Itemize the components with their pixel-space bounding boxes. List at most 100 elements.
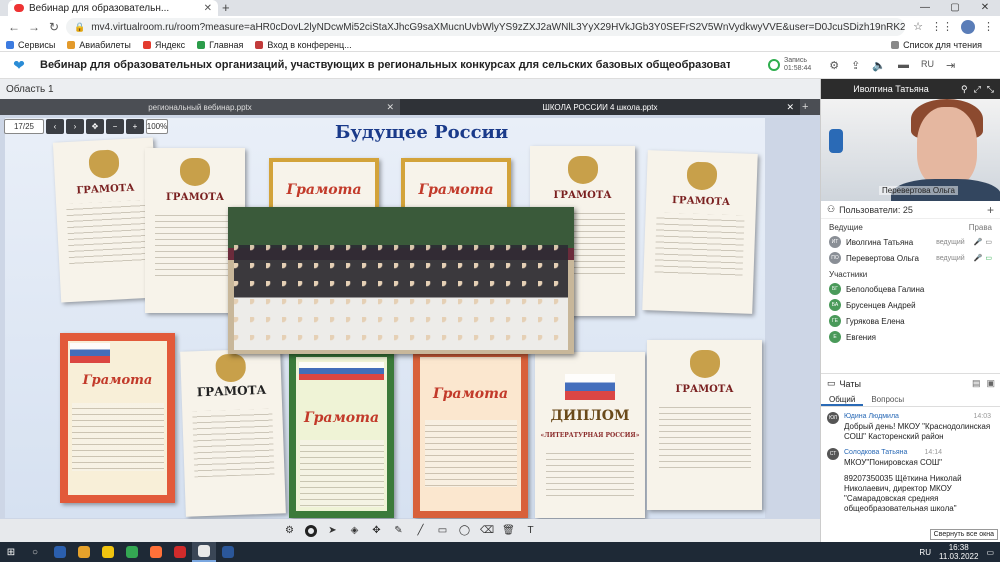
collapse-icon[interactable]: ⤡ (987, 84, 994, 95)
mic-icon[interactable]: 🎤 (974, 238, 983, 246)
bookmark-main[interactable]: Главная (197, 40, 243, 50)
reload-button[interactable]: ↻ (46, 20, 62, 34)
zoom-level[interactable]: 100% (146, 119, 168, 134)
forward-button[interactable]: → (26, 20, 42, 34)
app-icon (174, 546, 186, 558)
back-button[interactable]: ← (6, 20, 22, 34)
avatar (827, 474, 839, 486)
pin-icon[interactable]: ⚲ (961, 84, 968, 95)
close-window-button[interactable]: ✕ (970, 0, 1000, 16)
recording-indicator[interactable]: Запись 01:58:44 (768, 57, 811, 73)
expand-icon[interactable]: ⤢ (974, 84, 981, 95)
move-tool-icon[interactable]: ✥ (370, 524, 383, 537)
close-icon[interactable]: ✕ (786, 102, 794, 113)
camera-icon[interactable]: ▭ (985, 254, 992, 262)
bookmark-conference[interactable]: Вход в конференц... (255, 40, 352, 50)
star-icon[interactable]: ☆ (913, 20, 923, 34)
taskbar-app[interactable] (48, 542, 72, 562)
avatar: БГ (829, 283, 841, 295)
bookmark-yandex[interactable]: Яндекс (142, 40, 185, 50)
minimize-button[interactable]: — (910, 0, 940, 16)
user-row[interactable]: БА Брусенцев Андрей (821, 297, 1000, 313)
user-row[interactable]: ГЕ Гурякова Елена (821, 313, 1000, 329)
user-row[interactable]: Е Евгения (821, 329, 1000, 345)
exit-icon[interactable]: ⇥ (946, 59, 955, 72)
certificate: ДИПЛОМ «ЛИТЕРАТУРНАЯ РОССИЯ» (535, 352, 645, 518)
new-tab-button[interactable]: + (222, 0, 230, 16)
taskbar-app[interactable] (96, 542, 120, 562)
record-icon (768, 59, 780, 71)
pencil-icon[interactable]: ✎ (392, 524, 405, 537)
sound-icon[interactable]: 🔈 (872, 59, 886, 72)
tab-questions[interactable]: Вопросы (863, 393, 912, 406)
line-icon[interactable]: ╱ (414, 524, 427, 537)
color-picker[interactable] (305, 524, 317, 537)
taskbar-app[interactable] (144, 542, 168, 562)
expand-icon[interactable]: ▣ (986, 378, 995, 389)
close-icon[interactable]: ✕ (204, 3, 212, 14)
bookmark-services[interactable]: Сервисы (6, 40, 55, 50)
flag-icon[interactable]: ▬ (898, 59, 909, 72)
tab-regional-webinar[interactable]: региональный вебинар.pptx ✕ (0, 99, 400, 115)
share-icon[interactable]: ⇪ (851, 59, 860, 72)
slide-title: Будущее России (335, 122, 509, 143)
bookmarks-bar: Сервисы Авиабилеты Яндекс Главная Вход в… (0, 38, 1000, 52)
rectangle-icon[interactable]: ▭ (436, 524, 449, 537)
move-icon[interactable]: ✥ (86, 119, 104, 134)
notification-icon[interactable]: ▭ (986, 548, 994, 557)
add-user-button[interactable]: + (987, 203, 994, 217)
avatar: БА (829, 299, 841, 311)
ellipse-icon[interactable]: ◯ (458, 524, 471, 537)
user-row[interactable]: ИТ Иволгина Татьяна ведущий 🎤 ▭ (821, 234, 1000, 250)
windows-start-icon[interactable]: ⊞ (0, 547, 22, 558)
chat-settings-icon[interactable]: ▤ (972, 378, 981, 389)
collections-icon[interactable]: ⋮⋮ (931, 20, 953, 34)
next-slide-button[interactable]: › (66, 119, 84, 134)
taskbar-app[interactable] (120, 542, 144, 562)
user-row[interactable]: ПО Перевертова Ольга ведущий 🎤 ▭ (821, 250, 1000, 266)
text-icon[interactable]: T (524, 524, 537, 537)
page-field[interactable]: 17/25 (4, 119, 44, 134)
word-icon (222, 546, 234, 558)
coat-of-arms-icon (88, 149, 120, 179)
taskbar-app[interactable] (72, 542, 96, 562)
mic-icon[interactable]: 🎤 (974, 254, 983, 262)
url-field[interactable]: 🔒 mv4.virtualroom.ru/room?measure=aHR0cD… (66, 18, 906, 36)
zoom-in-button[interactable]: + (126, 119, 144, 134)
video-name-label: Перевертова Ольга (879, 186, 958, 195)
tab-general[interactable]: Общий (821, 393, 864, 406)
eraser-icon[interactable]: ⌫ (480, 524, 494, 537)
taskbar-app[interactable] (192, 542, 216, 562)
app-header: ❤ Вебинар для образовательных организаци… (0, 52, 1000, 79)
taskbar-app[interactable] (216, 542, 240, 562)
bookmark-avia[interactable]: Авиабилеты (67, 40, 131, 50)
reading-list[interactable]: Список для чтения (891, 40, 982, 50)
menu-icon[interactable]: ⋮ (983, 20, 994, 34)
camera-icon[interactable]: ▭ (985, 238, 992, 246)
search-icon[interactable]: ○ (22, 547, 48, 558)
certificate: Грамота (413, 350, 528, 518)
close-icon[interactable]: ✕ (386, 102, 394, 113)
tab-school-russia[interactable]: ШКОЛА РОССИИ 4 школа.pptx ✕ (400, 99, 800, 115)
gear-icon[interactable]: ⚙ (283, 524, 296, 537)
slide-area: Будущее России ГРАМОТА ГРАМОТА Грамота Г… (0, 115, 820, 519)
plane-icon (67, 40, 76, 49)
browser-tab[interactable]: Вебинар для образовательн... ✕ (8, 0, 218, 16)
trash-icon[interactable]: 🗑 (502, 524, 515, 537)
drawing-toolbar: ⚙ ➤ ◈ ✥ ✎ ╱ ▭ ◯ ⌫ 🗑 T (0, 519, 820, 542)
tray-lang[interactable]: RU (919, 548, 931, 557)
pointer-icon[interactable]: ➤ (326, 524, 339, 537)
prev-slide-button[interactable]: ‹ (46, 119, 64, 134)
record-label: Запись (784, 57, 807, 64)
gear-icon[interactable]: ⚙ (829, 59, 839, 72)
profile-avatar[interactable] (961, 20, 975, 34)
fill-icon[interactable]: ◈ (348, 524, 361, 537)
add-tab-button[interactable]: + (802, 99, 808, 115)
taskbar-app[interactable] (168, 542, 192, 562)
clock[interactable]: 16:38 11.03.2022 (939, 543, 978, 561)
user-row[interactable]: БГ Белолобцева Галина (821, 281, 1000, 297)
maximize-button[interactable]: ▢ (940, 0, 970, 16)
address-icons: ☆ ⋮⋮ ⋮ (913, 20, 994, 34)
language-select[interactable]: RU (921, 59, 934, 72)
zoom-out-button[interactable]: − (106, 119, 124, 134)
